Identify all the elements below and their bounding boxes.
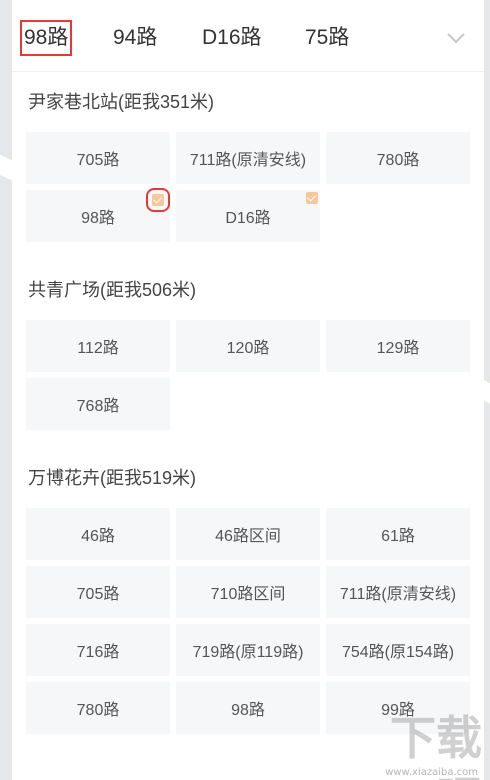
route-label: 705路 bbox=[76, 586, 120, 603]
route-label: 112路 bbox=[77, 340, 119, 357]
route-label: 710路区间 bbox=[210, 586, 286, 603]
route-tile[interactable]: 705路 bbox=[26, 132, 170, 184]
route-label: 705路 bbox=[76, 152, 120, 169]
stop-title: 尹家巷北站(距我351米) bbox=[28, 92, 215, 112]
route-label: 719路(原119路) bbox=[192, 644, 304, 661]
stop-section: 万博花卉(距我519米) 46路 46路区间 61路 705路 710路区间 7… bbox=[12, 448, 484, 734]
route-label: 711路(原清安线) bbox=[189, 152, 307, 169]
tab-98[interactable]: 98路 bbox=[19, 20, 73, 56]
stop-section: 尹家巷北站(距我351米) 705路 711路(原清安线) 780路 98路 D… bbox=[12, 72, 484, 242]
tab-75[interactable]: 75路 bbox=[305, 24, 349, 52]
route-tile[interactable]: 711路(原清安线) bbox=[176, 132, 320, 184]
route-label: 46路 bbox=[81, 528, 115, 545]
route-label: 780路 bbox=[376, 152, 420, 169]
route-tile[interactable]: 754路(原154路) bbox=[326, 624, 470, 676]
check-icon bbox=[146, 188, 170, 212]
route-label: 754路(原154路) bbox=[341, 644, 455, 661]
route-label: D16路 bbox=[225, 210, 271, 227]
route-tile[interactable]: 719路(原119路) bbox=[176, 624, 320, 676]
route-tile[interactable]: 711路(原清安线) bbox=[326, 566, 470, 618]
route-label: 120路 bbox=[226, 340, 270, 357]
route-label: 98路 bbox=[81, 210, 115, 227]
route-tile[interactable]: 780路 bbox=[326, 132, 470, 184]
route-grid: 705路 711路(原清安线) 780路 98路 D16路 bbox=[26, 132, 470, 242]
route-label: 46路区间 bbox=[215, 528, 281, 545]
route-tile[interactable]: 46路区间 bbox=[176, 508, 320, 560]
watermark-url: www.xiazaiba.com bbox=[385, 767, 478, 778]
watermark-logo: 下载吧 bbox=[390, 711, 482, 780]
route-tile[interactable]: 61路 bbox=[326, 508, 470, 560]
route-label: 711路(原清安线) bbox=[339, 586, 457, 603]
check-icon bbox=[306, 192, 318, 204]
route-label: 768路 bbox=[76, 398, 120, 415]
route-tile[interactable]: 780路 bbox=[26, 682, 170, 734]
stop-section: 共青广场(距我506米) 112路 120路 129路 768路 bbox=[12, 260, 484, 430]
route-label: 780路 bbox=[76, 702, 120, 719]
route-tile[interactable]: 129路 bbox=[326, 320, 470, 372]
route-panel: 98路 94路 D16路 75路 尹家巷北站(距我351米) 705路 711路… bbox=[12, 0, 484, 780]
stop-title: 万博花卉(距我519米) bbox=[28, 468, 197, 488]
route-tile[interactable]: 112路 bbox=[26, 320, 170, 372]
tab-d16[interactable]: D16路 bbox=[202, 24, 262, 52]
route-tile[interactable]: 46路 bbox=[26, 508, 170, 560]
route-grid: 46路 46路区间 61路 705路 710路区间 711路(原清安线) 716… bbox=[26, 508, 470, 734]
route-label: 98路 bbox=[231, 702, 265, 719]
route-label: 61路 bbox=[381, 528, 415, 545]
tab-94[interactable]: 94路 bbox=[113, 24, 157, 52]
route-label: 129路 bbox=[376, 340, 420, 357]
route-tile[interactable]: D16路 bbox=[176, 190, 320, 242]
route-tile[interactable]: 120路 bbox=[176, 320, 320, 372]
chevron-down-icon[interactable] bbox=[444, 26, 468, 50]
route-label: 716路 bbox=[76, 644, 120, 661]
route-tile[interactable]: 98路 bbox=[26, 188, 170, 242]
route-tabs: 98路 94路 D16路 75路 bbox=[12, 0, 484, 72]
route-tile[interactable]: 768路 bbox=[26, 378, 170, 430]
route-tile[interactable]: 705路 bbox=[26, 566, 170, 618]
route-tile[interactable]: 710路区间 bbox=[176, 566, 320, 618]
stop-title: 共青广场(距我506米) bbox=[28, 280, 197, 300]
route-tile[interactable]: 716路 bbox=[26, 624, 170, 676]
route-grid: 112路 120路 129路 768路 bbox=[26, 320, 470, 430]
route-tile[interactable]: 98路 bbox=[176, 682, 320, 734]
